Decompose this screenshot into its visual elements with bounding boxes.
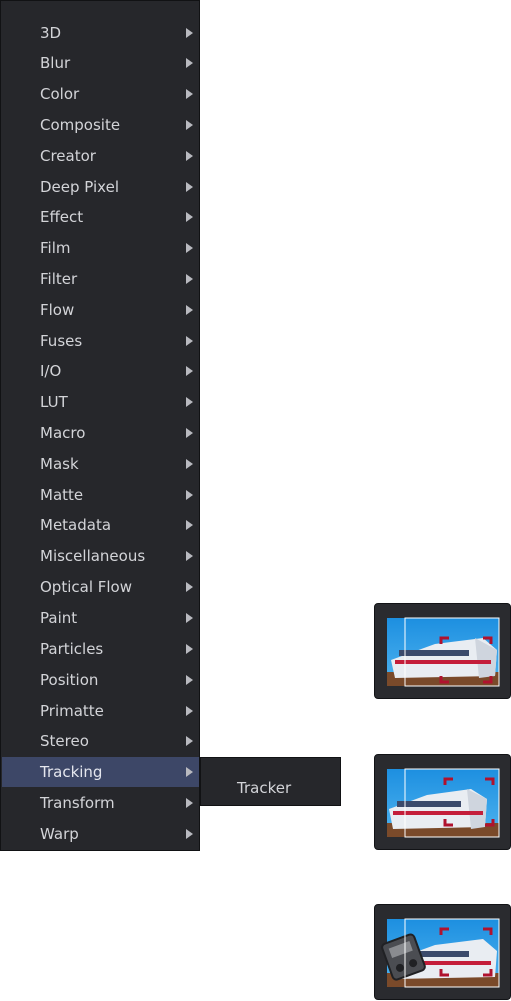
chevron-right-icon [186, 305, 193, 315]
chevron-right-icon [186, 798, 193, 808]
menu-item-label: Mask [40, 455, 79, 473]
chevron-right-icon [186, 829, 193, 839]
menu-item-label: Deep Pixel [40, 178, 119, 196]
menu-item-creator[interactable]: Creator [2, 141, 199, 171]
menu-item-stereo[interactable]: Stereo [2, 726, 199, 756]
menu-item-label: Stereo [40, 732, 89, 750]
menu-item-label: Warp [40, 825, 79, 843]
chevron-right-icon [186, 58, 193, 68]
menu-item-mask[interactable]: Mask [2, 449, 199, 479]
chevron-right-icon [186, 613, 193, 623]
chevron-right-icon [186, 151, 193, 161]
train-tracking-icon [387, 617, 500, 687]
tracker-thumbnail-2[interactable] [374, 754, 511, 850]
chevron-right-icon [186, 551, 193, 561]
menu-item-label: Fuses [40, 332, 83, 350]
train-tracking-icon [381, 918, 500, 988]
menu-item-label: Particles [40, 640, 104, 658]
chevron-right-icon [186, 706, 193, 716]
menu-item-label: Metadata [40, 516, 112, 534]
menu-item-label: Flow [40, 301, 75, 319]
menu-item-blur[interactable]: Blur [2, 48, 199, 78]
chevron-right-icon [186, 459, 193, 469]
menu-item-warp[interactable]: Warp [2, 819, 199, 849]
menu-item-transform[interactable]: Transform [2, 788, 199, 818]
train-tracking-icon [387, 768, 500, 838]
menu-item-label: 3D [40, 24, 62, 42]
tracking-submenu: Tracker [200, 757, 341, 806]
menu-item-matte[interactable]: Matte [2, 480, 199, 510]
menu-item-label: Filter [40, 270, 78, 288]
menu-item-label: I/O [40, 362, 62, 380]
menu-item-effect[interactable]: Effect [2, 202, 199, 232]
chevron-right-icon [186, 274, 193, 284]
menu-item-label: Effect [40, 208, 84, 226]
menu-item-lut[interactable]: LUT [2, 387, 199, 417]
menu-item-miscellaneous[interactable]: Miscellaneous [2, 541, 199, 571]
menu-item-label: Creator [40, 147, 96, 165]
menu-item-fuses[interactable]: Fuses [2, 326, 199, 356]
menu-item-label: Miscellaneous [40, 547, 146, 565]
menu-item-macro[interactable]: Macro [2, 418, 199, 448]
tracker-thumbnail-1[interactable] [374, 603, 511, 699]
chevron-right-icon [186, 120, 193, 130]
menu-item-label: Primatte [40, 702, 104, 720]
chevron-right-icon [186, 397, 193, 407]
menu-item-film[interactable]: Film [2, 233, 199, 263]
submenu-item-tracker[interactable]: Tracker [201, 776, 340, 800]
menu-item-label: Matte [40, 486, 84, 504]
menu-item-composite[interactable]: Composite [2, 110, 199, 140]
chevron-right-icon [186, 644, 193, 654]
chevron-right-icon [186, 89, 193, 99]
chevron-right-icon [186, 182, 193, 192]
menu-item-color[interactable]: Color [2, 79, 199, 109]
chevron-right-icon [186, 28, 193, 38]
tracker-thumbnail-3[interactable] [374, 904, 511, 1000]
menu-item-particles[interactable]: Particles [2, 634, 199, 664]
menu-item-tracking[interactable]: Tracking [2, 757, 199, 787]
menu-item-label: Position [40, 671, 99, 689]
chevron-right-icon [186, 767, 193, 777]
chevron-right-icon [186, 336, 193, 346]
chevron-right-icon [186, 243, 193, 253]
menu-item-deep-pixel[interactable]: Deep Pixel [2, 172, 199, 202]
menu-item-label: Macro [40, 424, 86, 442]
chevron-right-icon [186, 736, 193, 746]
menu-item-label: Color [40, 85, 80, 103]
menu-item-primatte[interactable]: Primatte [2, 696, 199, 726]
chevron-right-icon [186, 520, 193, 530]
menu-item-label: Composite [40, 116, 121, 134]
menu-item-flow[interactable]: Flow [2, 295, 199, 325]
menu-item-metadata[interactable]: Metadata [2, 510, 199, 540]
menu-item-label: Blur [40, 54, 71, 72]
node-context-menu: 3D Blur Color Composite Creator Deep Pix… [0, 0, 200, 851]
menu-item-label: Optical Flow [40, 578, 132, 596]
chevron-right-icon [186, 366, 193, 376]
menu-item-optical-flow[interactable]: Optical Flow [2, 572, 199, 602]
menu-item-paint[interactable]: Paint [2, 603, 199, 633]
menu-item-label: Paint [40, 609, 78, 627]
chevron-right-icon [186, 212, 193, 222]
menu-item-position[interactable]: Position [2, 665, 199, 695]
chevron-right-icon [186, 582, 193, 592]
chevron-right-icon [186, 428, 193, 438]
chevron-right-icon [186, 675, 193, 685]
menu-item-label: Tracking [40, 763, 103, 781]
menu-item-label: Transform [40, 794, 115, 812]
chevron-right-icon [186, 490, 193, 500]
menu-item-label: LUT [40, 393, 68, 411]
menu-item-label: Film [40, 239, 71, 257]
menu-item-filter[interactable]: Filter [2, 264, 199, 294]
menu-item-3d[interactable]: 3D [2, 18, 199, 48]
menu-item-io[interactable]: I/O [2, 356, 199, 386]
